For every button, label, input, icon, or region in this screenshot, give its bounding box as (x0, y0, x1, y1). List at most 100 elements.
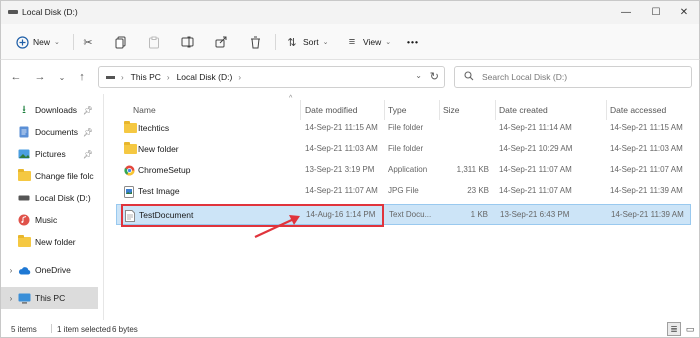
computer-icon (17, 292, 31, 304)
new-label: New (33, 37, 51, 47)
forward-button[interactable]: → (31, 68, 49, 86)
sort-button[interactable]: ⇅ Sort ⌄ (285, 30, 328, 54)
chevron-down-icon: ⌄ (385, 39, 392, 46)
details-view-button[interactable]: ≣ (667, 322, 681, 336)
cloud-icon (17, 264, 31, 276)
file-date-created: 13-Sep-21 6:43 PM (500, 210, 570, 219)
share-button[interactable] (214, 30, 228, 54)
delete-button[interactable] (248, 30, 262, 54)
column-header-date-created[interactable]: Date created (499, 102, 548, 118)
column-divider[interactable] (384, 100, 385, 120)
sidebar-item-label: Documents (35, 127, 78, 137)
search-box[interactable]: Search Local Disk (D:) (454, 66, 692, 88)
breadcrumb-local-disk[interactable]: Local Disk (D:) (177, 72, 233, 82)
close-button[interactable]: ✕ (669, 3, 699, 21)
trash-icon (248, 35, 262, 49)
file-date-modified: 14-Sep-21 11:03 AM (305, 144, 378, 153)
annotation-arrow-icon (254, 215, 300, 238)
paste-icon (147, 35, 161, 49)
up-button[interactable]: ↑ (73, 68, 91, 86)
file-type: Application (388, 165, 428, 174)
column-divider[interactable] (495, 100, 496, 120)
command-bar: New ⌄ ✂ ⇅ Sort ⌄ ≡ View ⌄ ••• (0, 24, 700, 60)
more-icon: ••• (407, 37, 419, 47)
share-icon (214, 35, 228, 49)
paste-button[interactable] (147, 30, 161, 54)
file-type: File folder (388, 144, 424, 153)
rename-icon (180, 35, 194, 49)
file-date-modified: 14-Sep-21 11:07 AM (305, 186, 378, 195)
file-date-created: 14-Sep-21 11:14 AM (499, 123, 572, 132)
rename-button[interactable] (180, 30, 194, 54)
column-header-date-accessed[interactable]: Date accessed (610, 102, 666, 118)
sort-label: Sort (303, 37, 319, 47)
file-row-chromesetup[interactable]: ChromeSetup 13-Sep-21 3:19 PM Applicatio… (116, 160, 691, 181)
file-type: Text Docu... (389, 210, 432, 219)
chevron-right-icon[interactable]: › (5, 294, 17, 303)
file-size: 1,311 KB (456, 165, 489, 174)
sidebar-item-change-file-folder[interactable]: Change file folc (1, 165, 101, 187)
file-date-accessed: 14-Sep-21 11:39 AM (611, 210, 684, 219)
new-button[interactable]: New ⌄ (15, 30, 60, 54)
more-options-button[interactable]: ••• (407, 30, 419, 54)
sidebar-item-label: OneDrive (35, 265, 71, 275)
sidebar-item-downloads[interactable]: ⭳ Downloads 📌︎ (1, 99, 101, 121)
selection-size: 6 bytes (112, 325, 138, 334)
column-divider[interactable] (439, 100, 440, 120)
maximize-button[interactable]: ☐ (641, 3, 671, 21)
address-row: ← → ⌄ ↑ › This PC › Local Disk (D:) › ⌄ … (0, 60, 700, 94)
column-header-date-modified[interactable]: Date modified (305, 102, 357, 118)
column-divider[interactable] (300, 100, 301, 120)
copy-icon (114, 35, 128, 49)
separator (73, 34, 74, 50)
sidebar-item-label: Local Disk (D:) (35, 193, 91, 203)
copy-button[interactable] (114, 30, 128, 54)
view-button[interactable]: ≡ View ⌄ (345, 30, 391, 54)
sidebar-item-pictures[interactable]: Pictures 📌︎ (1, 143, 101, 165)
sidebar-item-local-disk[interactable]: Local Disk (D:) (1, 187, 101, 209)
refresh-icon[interactable]: ↻ (430, 70, 439, 83)
plus-icon (15, 35, 29, 49)
file-row-test-image[interactable]: Test Image 14-Sep-21 11:07 AM JPG File 2… (116, 181, 691, 202)
back-button[interactable]: ← (7, 68, 25, 86)
file-size: 1 KB (470, 210, 488, 219)
sidebar-item-this-pc[interactable]: › This PC (1, 287, 98, 309)
minimize-button[interactable]: — (611, 3, 641, 21)
file-row-new-folder[interactable]: New folder 14-Sep-21 11:03 AM File folde… (116, 139, 691, 160)
sidebar-item-label: New folder (35, 237, 76, 247)
file-name: New folder (138, 144, 179, 154)
separator (275, 34, 276, 50)
sidebar-item-music[interactable]: Music (1, 209, 101, 231)
scissors-icon: ✂ (83, 36, 93, 49)
file-size: 23 KB (467, 186, 489, 195)
cut-button[interactable]: ✂ (81, 30, 95, 54)
sidebar-item-new-folder[interactable]: New folder (1, 231, 101, 253)
sidebar-item-label: Music (35, 215, 58, 225)
file-date-created: 14-Sep-21 10:29 AM (499, 144, 573, 153)
chevron-right-icon[interactable]: › (5, 266, 17, 275)
file-name: ChromeSetup (138, 165, 191, 175)
drive-icon (8, 10, 18, 14)
window-title: Local Disk (D:) (22, 7, 78, 17)
status-bar: 5 items 1 item selected 6 bytes ≣ ▭ (0, 320, 700, 338)
address-history-chevron-icon[interactable]: ⌄ (415, 71, 422, 80)
documents-icon (17, 126, 31, 138)
large-icons-view-button[interactable]: ▭ (683, 322, 697, 336)
pin-icon: 📌︎ (82, 105, 93, 115)
column-header-type[interactable]: Type (388, 102, 406, 118)
file-date-accessed: 14-Sep-21 11:03 AM (610, 144, 683, 153)
column-header-name[interactable]: Name (133, 102, 156, 118)
file-type: JPG File (388, 186, 419, 195)
sidebar-item-onedrive[interactable]: › OneDrive (1, 259, 101, 281)
sidebar-item-documents[interactable]: Documents 📌︎ (1, 121, 101, 143)
breadcrumb-this-pc[interactable]: This PC (131, 72, 161, 82)
recent-locations-button[interactable]: ⌄ (53, 68, 71, 86)
file-name: Itechtics (138, 123, 170, 133)
file-row-itechtics[interactable]: Itechtics 14-Sep-21 11:15 AM File folder… (116, 118, 691, 139)
column-header-size[interactable]: Size (443, 102, 460, 118)
drive-icon (106, 75, 115, 79)
column-divider[interactable] (606, 100, 607, 120)
sidebar-item-label: This PC (35, 293, 66, 303)
item-count: 5 items (11, 325, 37, 334)
address-bar[interactable]: › This PC › Local Disk (D:) › ⌄ ↻ (98, 66, 445, 88)
